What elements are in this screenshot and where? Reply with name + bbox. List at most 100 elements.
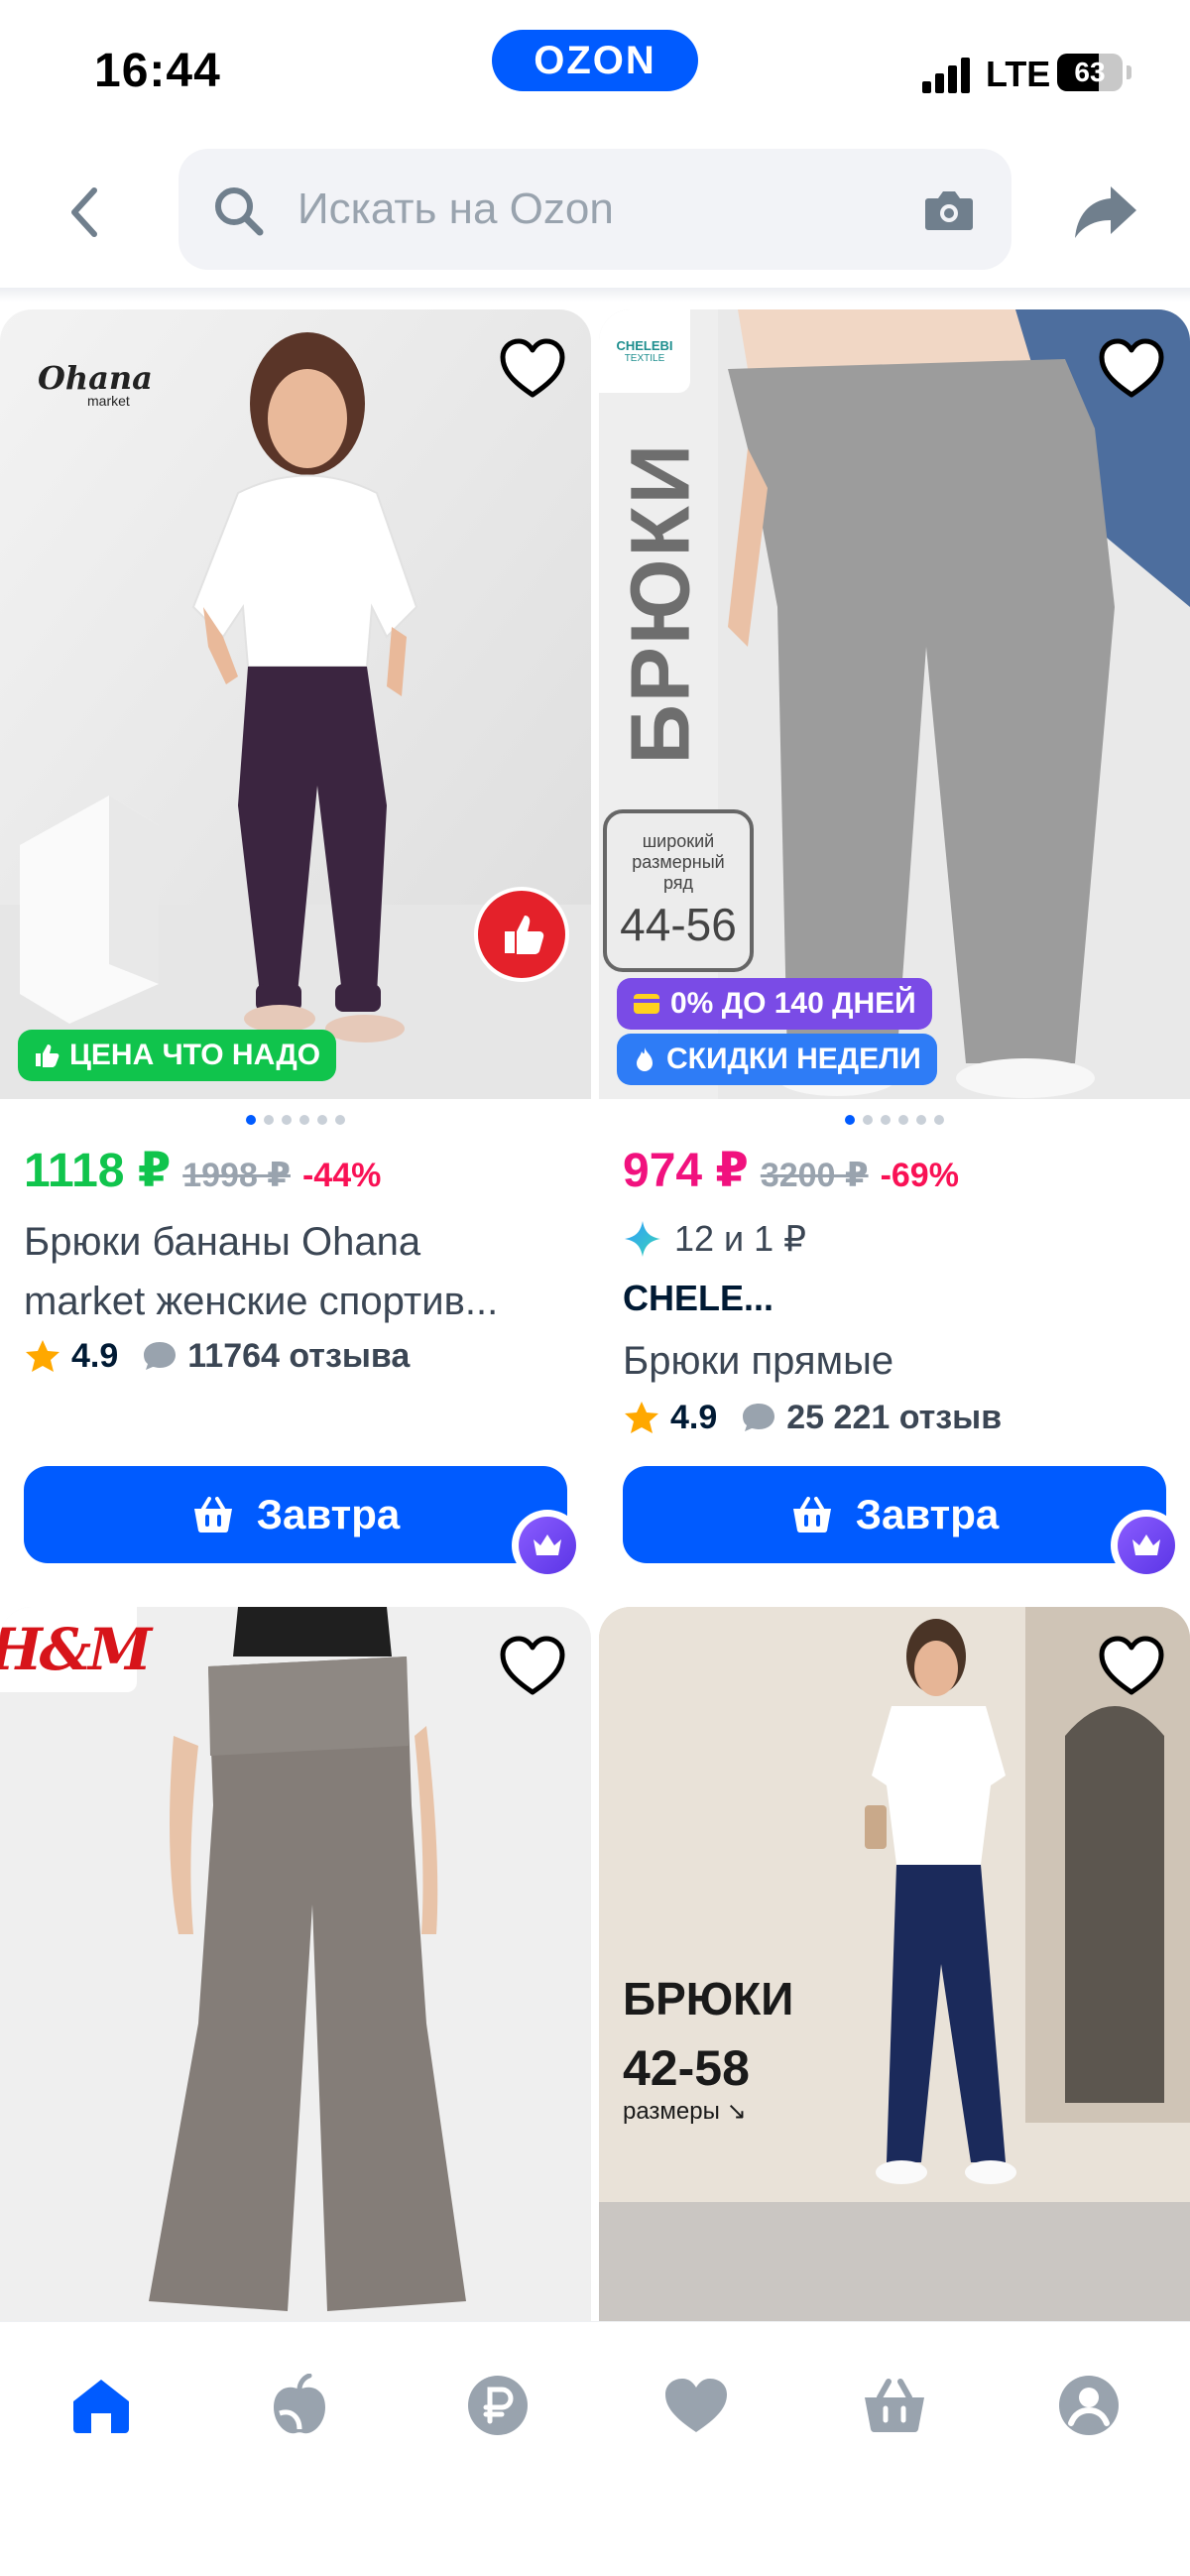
price-row: 974 ₽ 3200 ₽ -69% xyxy=(623,1143,959,1202)
sparkle-icon xyxy=(625,1221,660,1257)
rating-value: 4.9 xyxy=(71,1336,119,1375)
cart-icon xyxy=(193,1497,232,1533)
product-card[interactable]: CHELEBI TEXTILE БРЮКИ широкий размерный … xyxy=(599,309,1190,1587)
brand-logo: CHELEBI TEXTILE xyxy=(599,309,690,393)
current-price: 1118 ₽ xyxy=(24,1145,172,1197)
product-card[interactable]: Ohana market ЦЕНА ЧТО НАДО 1118 ₽ 1998 ₽… xyxy=(0,309,591,1587)
image-carousel-dots[interactable] xyxy=(0,1115,591,1129)
profile-icon xyxy=(1059,2376,1119,2435)
search-header xyxy=(0,147,1190,276)
carousel-dot xyxy=(282,1115,292,1125)
overlay-caption: размеры ↘ xyxy=(623,2098,747,2125)
nav-finance[interactable] xyxy=(458,2366,537,2445)
price-row: 1118 ₽ 1998 ₽ -44% xyxy=(24,1143,381,1202)
brand-logo-text: CHELEBI xyxy=(616,338,673,353)
search-icon xyxy=(215,187,264,236)
back-button[interactable] xyxy=(60,183,109,242)
camera-icon[interactable] xyxy=(924,186,974,232)
nav-fresh[interactable] xyxy=(260,2366,339,2445)
carousel-dot xyxy=(845,1115,855,1125)
product-title[interactable]: Брюки бананы Ohana market женские спорти… xyxy=(24,1212,579,1331)
carousel-dot xyxy=(863,1115,873,1125)
installment-badge: 0% ДО 140 ДНЕЙ xyxy=(617,978,932,1030)
old-price: 3200 ₽ xyxy=(760,1157,869,1194)
overlay-title: БРЮКИ xyxy=(623,1973,794,2024)
star-icon xyxy=(625,1402,658,1433)
carousel-dot xyxy=(264,1115,274,1125)
premium-badge xyxy=(512,1510,583,1581)
cart-icon xyxy=(792,1497,831,1533)
product-image-flared-pants xyxy=(0,1607,591,2321)
nav-home[interactable] xyxy=(61,2366,141,2445)
carousel-dot xyxy=(317,1115,327,1125)
comment-icon xyxy=(743,1404,775,1431)
installment-badge-label: 0% ДО 140 ДНЕЙ xyxy=(670,987,916,1020)
ozon-logo[interactable]: OZON xyxy=(492,30,698,91)
star-icon xyxy=(26,1340,60,1372)
carousel-dot xyxy=(916,1115,926,1125)
favorite-button[interactable] xyxy=(1097,1635,1166,1698)
share-button[interactable] xyxy=(1071,177,1140,246)
size-range-value: 44-56 xyxy=(620,898,737,950)
search-box[interactable] xyxy=(178,149,1012,270)
image-carousel-dots[interactable] xyxy=(599,1115,1190,1129)
product-title-line: Брюки бананы Ohana xyxy=(24,1220,421,1264)
product-card[interactable]: БРЮКИ 42-58 размеры ↘ xyxy=(599,1607,1190,2321)
favorite-button[interactable] xyxy=(1097,337,1166,401)
card-icon xyxy=(634,994,659,1014)
sale-badge-label: СКИДКИ НЕДЕЛИ xyxy=(666,1043,921,1075)
search-input[interactable] xyxy=(298,149,912,270)
heart-icon xyxy=(1099,338,1164,398)
product-photo[interactable]: Ohana market ЦЕНА ЧТО НАДО xyxy=(0,309,591,1099)
favorite-button[interactable] xyxy=(498,337,567,401)
product-image-navy-pants xyxy=(599,1607,1190,2321)
ozon-app-screen: 16:44 OZON LTE 63 Искать на Ozon Ohana m… xyxy=(0,0,1190,2576)
heart-icon xyxy=(1099,1636,1164,1695)
delivery-cart-button[interactable]: Завтра xyxy=(24,1466,567,1563)
product-title[interactable]: Брюки прямые xyxy=(623,1331,1178,1391)
nav-cart[interactable] xyxy=(855,2366,934,2445)
delivery-cart-button[interactable]: Завтра xyxy=(623,1466,1166,1563)
old-price: 1998 ₽ xyxy=(182,1157,291,1194)
product-title-line: market женские спортив... xyxy=(24,1280,499,1323)
promo-row: 12 и 1 ₽ xyxy=(623,1214,806,1264)
vertical-product-label: БРЮКИ xyxy=(613,441,707,765)
current-price: 974 ₽ xyxy=(623,1145,749,1197)
brand-logo: Ohana market xyxy=(38,359,153,409)
product-photo[interactable]: CHELEBI TEXTILE БРЮКИ широкий размерный … xyxy=(599,309,1190,1099)
nav-favorites[interactable] xyxy=(656,2366,736,2445)
cart-icon xyxy=(865,2379,924,2433)
heart-icon xyxy=(500,338,565,398)
carousel-dot xyxy=(299,1115,309,1125)
favorite-button[interactable] xyxy=(498,1635,567,1698)
carousel-dot xyxy=(246,1115,256,1125)
home-icon xyxy=(73,2380,129,2433)
product-photo[interactable]: H&M xyxy=(0,1607,591,2321)
share-icon xyxy=(1075,186,1136,238)
carousel-dot xyxy=(934,1115,944,1125)
rating-row[interactable]: 4.9 11764 отзыва xyxy=(24,1331,410,1381)
flame-icon xyxy=(637,1047,653,1071)
product-photo[interactable]: БРЮКИ 42-58 размеры ↘ xyxy=(599,1607,1190,2321)
product-image-woman-purple-pants xyxy=(0,309,591,1099)
battery-cap xyxy=(1127,65,1131,79)
nav-profile[interactable] xyxy=(1049,2366,1129,2445)
comment-icon xyxy=(144,1342,177,1370)
price-badge: ЦЕНА ЧТО НАДО xyxy=(18,1030,337,1081)
brand-logo-sub: TEXTILE xyxy=(624,353,665,364)
battery-level: 63 xyxy=(1074,57,1106,87)
reviews-count: 25 221 отзыв xyxy=(786,1398,1003,1436)
carousel-dot xyxy=(335,1115,345,1125)
rating-row[interactable]: 4.9 25 221 отзыв xyxy=(623,1393,1002,1442)
header-divider xyxy=(0,288,1190,302)
delivery-button-label: Завтра xyxy=(256,1491,401,1537)
thumbs-up-icon xyxy=(36,1044,60,1067)
size-range-caption: широкий размерный ряд xyxy=(632,830,725,893)
rating-value: 4.9 xyxy=(670,1398,718,1436)
carousel-dot xyxy=(881,1115,891,1125)
ruble-icon xyxy=(468,2376,528,2435)
product-card[interactable]: H&M xyxy=(0,1607,591,2321)
heart-icon xyxy=(500,1636,565,1695)
crown-icon xyxy=(1132,1534,1160,1555)
seller-name[interactable]: CHELE... xyxy=(623,1274,774,1323)
